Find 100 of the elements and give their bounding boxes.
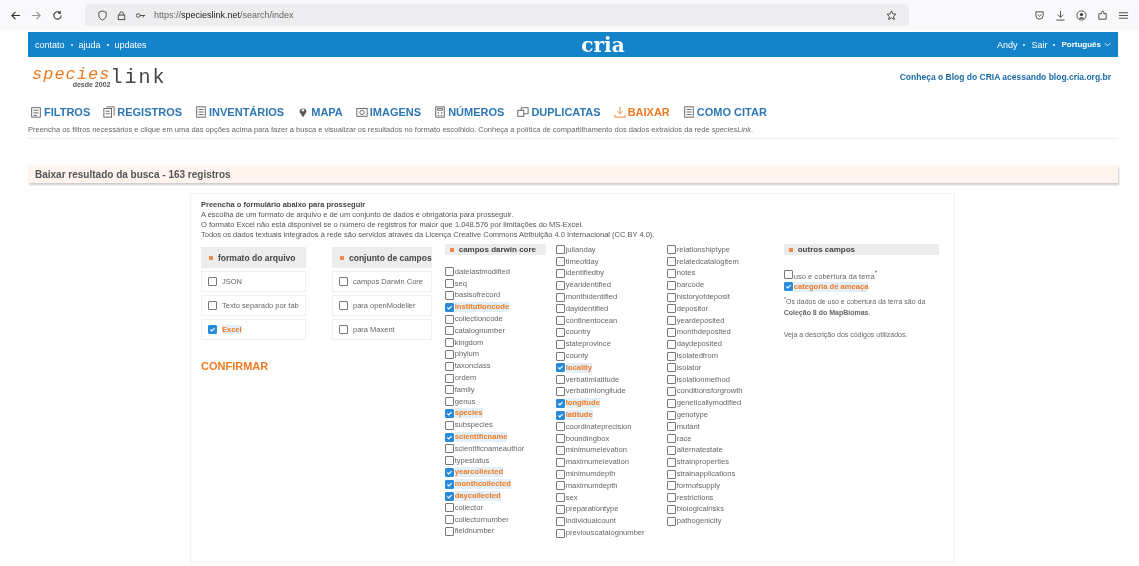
checkbox[interactable] (555, 481, 565, 491)
checkbox[interactable] (444, 526, 454, 536)
checkbox[interactable] (444, 420, 454, 430)
checkbox[interactable] (666, 304, 676, 314)
checkbox[interactable] (339, 277, 348, 286)
checkbox[interactable] (555, 327, 565, 337)
extensions-icon[interactable] (1097, 9, 1108, 21)
nav-tab[interactable]: MAPA (297, 106, 343, 118)
nav-tab[interactable]: REGISTROS (103, 106, 183, 118)
checkbox[interactable] (444, 408, 454, 418)
checkbox[interactable] (783, 270, 793, 280)
checkbox[interactable] (555, 280, 565, 290)
checkbox[interactable] (444, 291, 454, 300)
checkbox[interactable] (444, 279, 454, 289)
checkbox[interactable] (444, 432, 454, 442)
checkbox[interactable] (208, 277, 217, 286)
checkbox[interactable] (555, 528, 565, 538)
nav-tab[interactable]: IMAGENS (355, 106, 422, 118)
checkbox[interactable] (555, 422, 565, 432)
checkbox[interactable] (666, 469, 676, 479)
checkbox[interactable] (444, 491, 454, 501)
checkbox[interactable] (208, 325, 217, 334)
checkbox[interactable] (666, 245, 676, 255)
reload-icon[interactable] (52, 9, 63, 21)
back-icon[interactable] (10, 9, 21, 21)
checkbox[interactable] (555, 245, 565, 255)
checkbox[interactable] (444, 361, 454, 371)
checkbox[interactable] (444, 515, 454, 525)
checkbox[interactable] (555, 434, 565, 444)
checkbox[interactable] (666, 351, 676, 361)
checkbox[interactable] (208, 301, 217, 310)
checkbox[interactable] (444, 349, 454, 359)
nav-tab[interactable]: COMO CITAR (682, 106, 767, 118)
checkbox[interactable] (444, 314, 454, 324)
nav-tab[interactable]: FILTROS (30, 106, 91, 118)
checkbox[interactable] (666, 434, 676, 444)
checkbox[interactable] (555, 269, 565, 278)
forward-icon[interactable] (31, 9, 42, 21)
checkbox[interactable] (444, 302, 454, 312)
checkbox[interactable] (666, 339, 676, 349)
checkbox[interactable] (444, 267, 454, 277)
checkbox[interactable] (666, 504, 676, 514)
checkbox[interactable] (555, 386, 565, 396)
checkbox[interactable] (555, 304, 565, 314)
checkbox[interactable] (444, 385, 454, 395)
checkbox[interactable] (666, 516, 676, 526)
checkbox[interactable] (555, 398, 565, 408)
checkbox[interactable] (666, 327, 676, 337)
address-bar[interactable]: https://specieslink.net/search/index (85, 4, 909, 26)
checkbox[interactable] (444, 456, 454, 466)
checkbox[interactable] (444, 444, 454, 454)
checkbox[interactable] (555, 410, 565, 420)
checkbox[interactable] (339, 325, 348, 334)
pocket-icon[interactable] (1034, 9, 1045, 21)
download-icon[interactable] (1055, 9, 1066, 21)
checkbox[interactable] (555, 375, 565, 385)
checkbox[interactable] (555, 351, 565, 361)
checkbox[interactable] (666, 316, 676, 326)
confirm-link[interactable]: CONFIRMAR (201, 360, 269, 372)
checkbox[interactable] (444, 326, 454, 336)
checkbox[interactable] (555, 339, 565, 349)
checkbox[interactable] (666, 363, 676, 373)
top-link[interactable]: updates (114, 39, 147, 50)
checkbox[interactable] (666, 445, 676, 455)
language-selector[interactable]: Português (1061, 40, 1111, 49)
checkbox[interactable] (666, 481, 676, 491)
checkbox[interactable] (555, 445, 565, 455)
user-link[interactable]: Andy (996, 39, 1018, 50)
checkbox[interactable] (444, 338, 454, 348)
checkbox[interactable] (555, 493, 565, 503)
checkbox[interactable] (555, 469, 565, 479)
checkbox[interactable] (444, 479, 454, 489)
logout-link[interactable]: Sair (1031, 39, 1048, 50)
checkbox[interactable] (444, 373, 454, 383)
checkbox[interactable] (444, 467, 454, 477)
checkbox[interactable] (783, 282, 793, 292)
checkbox[interactable] (555, 292, 565, 302)
checkbox[interactable] (444, 503, 454, 513)
checkbox[interactable] (666, 269, 676, 278)
checkbox[interactable] (444, 397, 454, 407)
checkbox[interactable] (666, 257, 676, 267)
checkbox[interactable] (555, 457, 565, 467)
checkbox[interactable] (339, 301, 348, 310)
top-link[interactable]: ajuda (78, 39, 101, 50)
menu-icon[interactable] (1118, 9, 1129, 21)
checkbox[interactable] (666, 493, 676, 503)
checkbox[interactable] (666, 410, 676, 420)
checkbox[interactable] (666, 292, 676, 302)
checkbox[interactable] (666, 398, 676, 408)
account-icon[interactable] (1076, 9, 1087, 21)
checkbox[interactable] (666, 457, 676, 467)
checkbox[interactable] (555, 316, 565, 326)
checkbox[interactable] (555, 504, 565, 514)
checkbox[interactable] (666, 386, 676, 396)
blog-link[interactable]: Conheça o Blog do CRIA acessando blog.cria.org.br (899, 72, 1111, 82)
checkbox[interactable] (555, 516, 565, 526)
nav-tab[interactable]: BAIXAR (613, 106, 670, 118)
star-icon[interactable] (886, 9, 897, 21)
checkbox[interactable] (666, 280, 676, 290)
checkbox[interactable] (555, 257, 565, 267)
